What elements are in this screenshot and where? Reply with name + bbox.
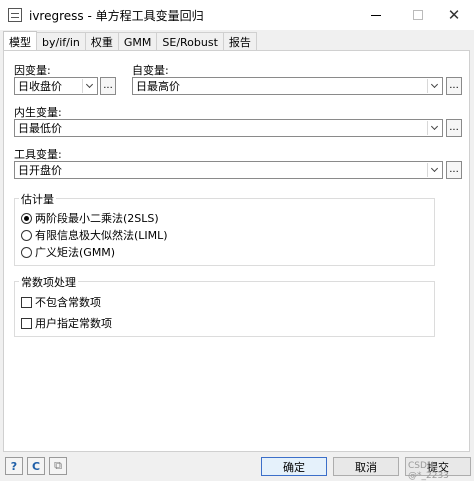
constant-group-title: 常数项处理: [19, 274, 78, 290]
constant-group: 常数项处理 不包含常数项 用户指定常数项: [14, 274, 435, 337]
no-constant-checkbox[interactable]: [21, 296, 32, 308]
ok-button[interactable]: 确定: [261, 457, 327, 476]
endogenous-variables-browse-button[interactable]: ...: [446, 119, 462, 137]
copy-command-button[interactable]: ⧉: [49, 457, 67, 475]
reset-icon: C: [31, 459, 41, 473]
help-button[interactable]: ?: [5, 457, 23, 475]
model-panel: 因变量: 日收盘价 ... 自变量: 日最高价 ... 内生变量: 日最低价 .…: [3, 50, 470, 452]
endogenous-variables-value: 日最低价: [18, 122, 62, 135]
tab-se-robust[interactable]: SE/Robust: [156, 32, 224, 51]
app-icon: [8, 8, 22, 22]
dependent-variable-browse-button[interactable]: ...: [100, 77, 116, 95]
watermark-text: CSDN @*_2233: [408, 461, 449, 481]
user-constant-checkbox[interactable]: [21, 317, 32, 329]
close-button[interactable]: ✕: [432, 0, 474, 30]
estimator-option-liml[interactable]: 有限信息极大似然法(LIML): [21, 227, 168, 243]
close-icon: ✕: [447, 5, 461, 24]
instrumental-variables-value: 日开盘价: [18, 164, 62, 177]
chevron-down-icon[interactable]: [427, 79, 441, 93]
minimize-button[interactable]: [354, 0, 398, 30]
window-title: ivregress - 单方程工具变量回归: [29, 8, 204, 23]
title-bar: ivregress - 单方程工具变量回归 ✕: [0, 0, 474, 30]
radio-2sls[interactable]: [21, 212, 32, 224]
copy-icon: ⧉: [54, 459, 62, 472]
estimator-option-gmm-label: 广义矩法(GMM): [35, 246, 116, 259]
dependent-variable-combo[interactable]: 日收盘价: [14, 77, 98, 95]
endogenous-variables-label: 内生变量:: [14, 106, 62, 119]
user-constant-label: 用户指定常数项: [35, 317, 112, 330]
chevron-down-icon[interactable]: [427, 163, 441, 177]
tab-gmm[interactable]: GMM: [117, 32, 158, 51]
radio-gmm[interactable]: [21, 246, 32, 258]
tab-bar: 模型 by/if/in 权重 GMM SE/Robust 报告: [3, 31, 257, 51]
tab-report[interactable]: 报告: [222, 32, 257, 51]
cancel-button[interactable]: 取消: [333, 457, 399, 476]
independent-variables-browse-button[interactable]: ...: [446, 77, 462, 95]
dialog-footer: ? C ⧉ 确定 取消 提交: [0, 455, 474, 477]
reset-button[interactable]: C: [27, 457, 45, 475]
independent-variables-combo[interactable]: 日最高价: [132, 77, 443, 95]
chevron-down-icon[interactable]: [427, 121, 441, 135]
tab-weights[interactable]: 权重: [84, 32, 119, 51]
estimator-group: 估计量 两阶段最小二乘法(2SLS) 有限信息极大似然法(LIML) 广义矩法(…: [14, 191, 435, 266]
instrumental-variables-label: 工具变量:: [14, 148, 62, 161]
no-constant-label: 不包含常数项: [35, 296, 101, 309]
estimator-option-2sls-label: 两阶段最小二乘法(2SLS): [35, 212, 159, 225]
instrumental-variables-browse-button[interactable]: ...: [446, 161, 462, 179]
dependent-variable-label: 因变量:: [14, 64, 51, 77]
tab-by-if-in[interactable]: by/if/in: [36, 32, 86, 51]
endogenous-variables-combo[interactable]: 日最低价: [14, 119, 443, 137]
dependent-variable-value: 日收盘价: [18, 80, 62, 93]
instrumental-variables-combo[interactable]: 日开盘价: [14, 161, 443, 179]
estimator-option-liml-label: 有限信息极大似然法(LIML): [35, 229, 168, 242]
independent-variables-value: 日最高价: [136, 80, 180, 93]
independent-variables-label: 自变量:: [132, 64, 169, 77]
estimator-option-2sls[interactable]: 两阶段最小二乘法(2SLS): [21, 210, 159, 226]
chevron-down-icon[interactable]: [82, 79, 96, 93]
user-constant-option[interactable]: 用户指定常数项: [21, 315, 112, 331]
radio-liml[interactable]: [21, 229, 32, 241]
no-constant-option[interactable]: 不包含常数项: [21, 294, 101, 310]
tab-model[interactable]: 模型: [3, 31, 37, 51]
maximize-icon: [413, 10, 423, 20]
minimize-icon: [371, 14, 381, 16]
estimator-option-gmm[interactable]: 广义矩法(GMM): [21, 244, 115, 260]
estimator-group-title: 估计量: [19, 191, 56, 207]
help-icon: ?: [10, 459, 18, 473]
